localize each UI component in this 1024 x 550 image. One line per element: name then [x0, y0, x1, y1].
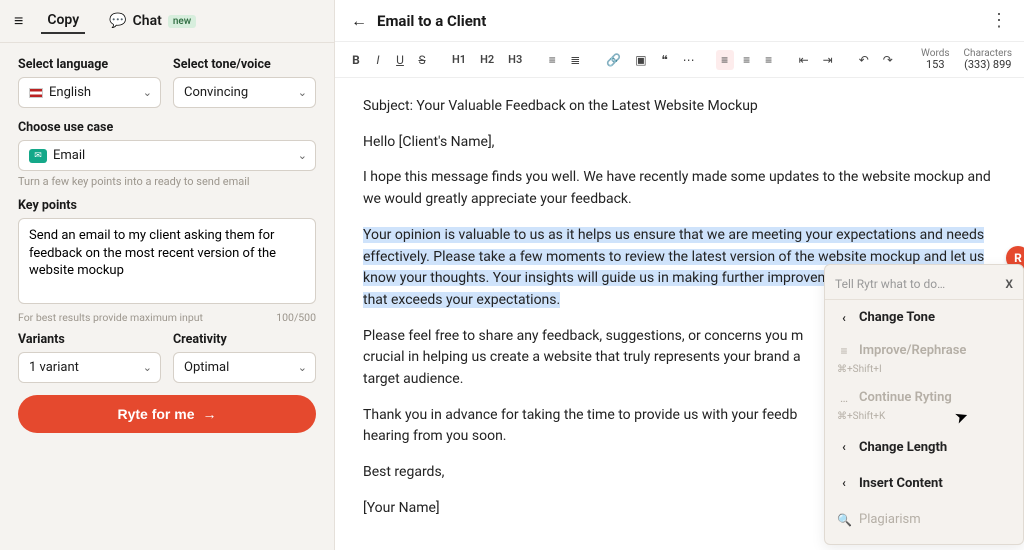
keypoints-help: For best results provide maximum input [18, 311, 203, 324]
continue-icon: … [837, 389, 851, 408]
arrow-right-icon: → [203, 406, 217, 422]
menu-icon[interactable]: ≡ [14, 11, 23, 31]
bold-button[interactable]: B [347, 50, 365, 70]
h2-button[interactable]: H2 [475, 50, 499, 69]
popup-change-tone[interactable]: ‹ Change Tone [825, 300, 1023, 336]
chars-value: (333) 899 [964, 59, 1012, 71]
chevron-left-icon: ‹ [837, 438, 851, 457]
ai-action-popup: Tell Rytr what to do… X ‹ Change Tone ≡ … [824, 264, 1024, 545]
h1-button[interactable]: H1 [447, 50, 471, 69]
variants-value: 1 variant [29, 360, 79, 375]
back-arrow-icon[interactable]: ← [351, 11, 367, 31]
doc-body[interactable]: Subject: Your Valuable Feedback on the L… [335, 78, 1024, 550]
creativity-select[interactable]: Optimal ⌄ [173, 352, 316, 383]
search-icon: 🔍 [837, 511, 851, 530]
new-badge: new [168, 15, 196, 28]
words-value: 153 [921, 59, 950, 71]
variants-label: Variants [18, 332, 161, 347]
chevron-down-icon: ⌄ [298, 86, 307, 99]
doc-stats: Words 153 Characters (333) 899 [921, 48, 1012, 71]
chevron-left-icon: ‹ [837, 474, 851, 493]
sidebar-tabs: ≡ Copy 💬 Chat new [0, 0, 334, 43]
language-value: English [49, 85, 91, 100]
tab-chat-label: Chat [133, 13, 162, 29]
close-icon[interactable]: X [1005, 275, 1013, 294]
strike-button[interactable]: S [413, 50, 431, 70]
more-icon[interactable]: ⋮ [990, 10, 1008, 31]
redo-button[interactable]: ↷ [878, 50, 898, 70]
chevron-down-icon: ⌄ [143, 86, 152, 99]
email-icon: ✉ [29, 149, 47, 163]
sidebar-form: Select language English ⌄ Select tone/vo… [0, 43, 334, 447]
bullet-list-button[interactable]: ≡ [543, 50, 561, 70]
image-button[interactable]: ▣ [630, 50, 651, 70]
chevron-down-icon: ⌄ [298, 149, 307, 162]
usecase-select[interactable]: ✉ Email ⌄ [18, 140, 316, 171]
align-left-button[interactable]: ≡ [716, 50, 734, 70]
quote-button[interactable]: ❝ [656, 50, 674, 70]
doc-subject: Subject: Your Valuable Feedback on the L… [363, 96, 996, 118]
popup-continue: … Continue Ryting ⌘+Shift+K [825, 383, 1023, 430]
h3-button[interactable]: H3 [503, 50, 527, 69]
usecase-help: Turn a few key points into a ready to se… [18, 175, 316, 188]
link-button[interactable]: 🔗 [601, 50, 626, 70]
sidebar: ≡ Copy 💬 Chat new Select language Englis… [0, 0, 335, 550]
doc-header: ← Email to a Client ⋮ [335, 0, 1024, 42]
tone-value: Convincing [184, 85, 248, 100]
ryte-button-label: Ryte for me [117, 406, 194, 422]
outdent-button[interactable]: ⇤ [794, 50, 814, 70]
flag-icon [29, 88, 43, 98]
creativity-label: Creativity [173, 332, 316, 347]
editor-toolbar: B I U S H1 H2 H3 ≡ ≣ 🔗 ▣ ❝ ⋯ ≡ ≡ ≡ ⇤ ⇥ ↶… [335, 42, 1024, 78]
doc-greeting: Hello [Client's Name], [363, 132, 996, 154]
popup-change-length[interactable]: ‹ Change Length [825, 430, 1023, 466]
keypoints-input[interactable] [18, 218, 316, 304]
italic-button[interactable]: I [369, 50, 387, 70]
editor-pane: ← Email to a Client ⋮ B I U S H1 H2 H3 ≡… [335, 0, 1024, 550]
tab-copy[interactable]: Copy [41, 8, 85, 34]
popup-plagiarism: 🔍 Plagiarism [825, 502, 1023, 538]
keypoints-label: Key points [18, 198, 316, 213]
doc-p1: I hope this message finds you well. We h… [363, 167, 996, 210]
doc-title[interactable]: Email to a Client [377, 12, 990, 30]
popup-insert-content[interactable]: ‹ Insert Content [825, 466, 1023, 502]
align-right-button[interactable]: ≡ [760, 50, 778, 70]
popup-improve: ≡ Improve/Rephrase ⌘+Shift+I [825, 336, 1023, 383]
number-list-button[interactable]: ≣ [565, 50, 585, 70]
tone-label: Select tone/voice [173, 57, 316, 72]
tab-chat[interactable]: 💬 Chat new [103, 9, 202, 33]
undo-button[interactable]: ↶ [854, 50, 874, 70]
tone-select[interactable]: Convincing ⌄ [173, 77, 316, 108]
usecase-value: Email [53, 148, 85, 163]
ryte-button[interactable]: Ryte for me → [18, 395, 316, 433]
chat-icon: 💬 [109, 13, 126, 29]
chevron-left-icon: ‹ [837, 309, 851, 328]
usecase-label: Choose use case [18, 120, 316, 135]
code-button[interactable]: ⋯ [678, 50, 700, 70]
popup-placeholder[interactable]: Tell Rytr what to do… [835, 275, 945, 294]
keypoints-count: 100/500 [276, 311, 316, 324]
variants-select[interactable]: 1 variant ⌄ [18, 352, 161, 383]
indent-button[interactable]: ⇥ [818, 50, 838, 70]
underline-button[interactable]: U [391, 50, 409, 70]
language-label: Select language [18, 57, 161, 72]
align-center-button[interactable]: ≡ [738, 50, 756, 70]
chevron-down-icon: ⌄ [143, 361, 152, 374]
language-select[interactable]: English ⌄ [18, 77, 161, 108]
creativity-value: Optimal [184, 360, 229, 375]
chevron-down-icon: ⌄ [298, 361, 307, 374]
rephrase-icon: ≡ [837, 342, 851, 361]
